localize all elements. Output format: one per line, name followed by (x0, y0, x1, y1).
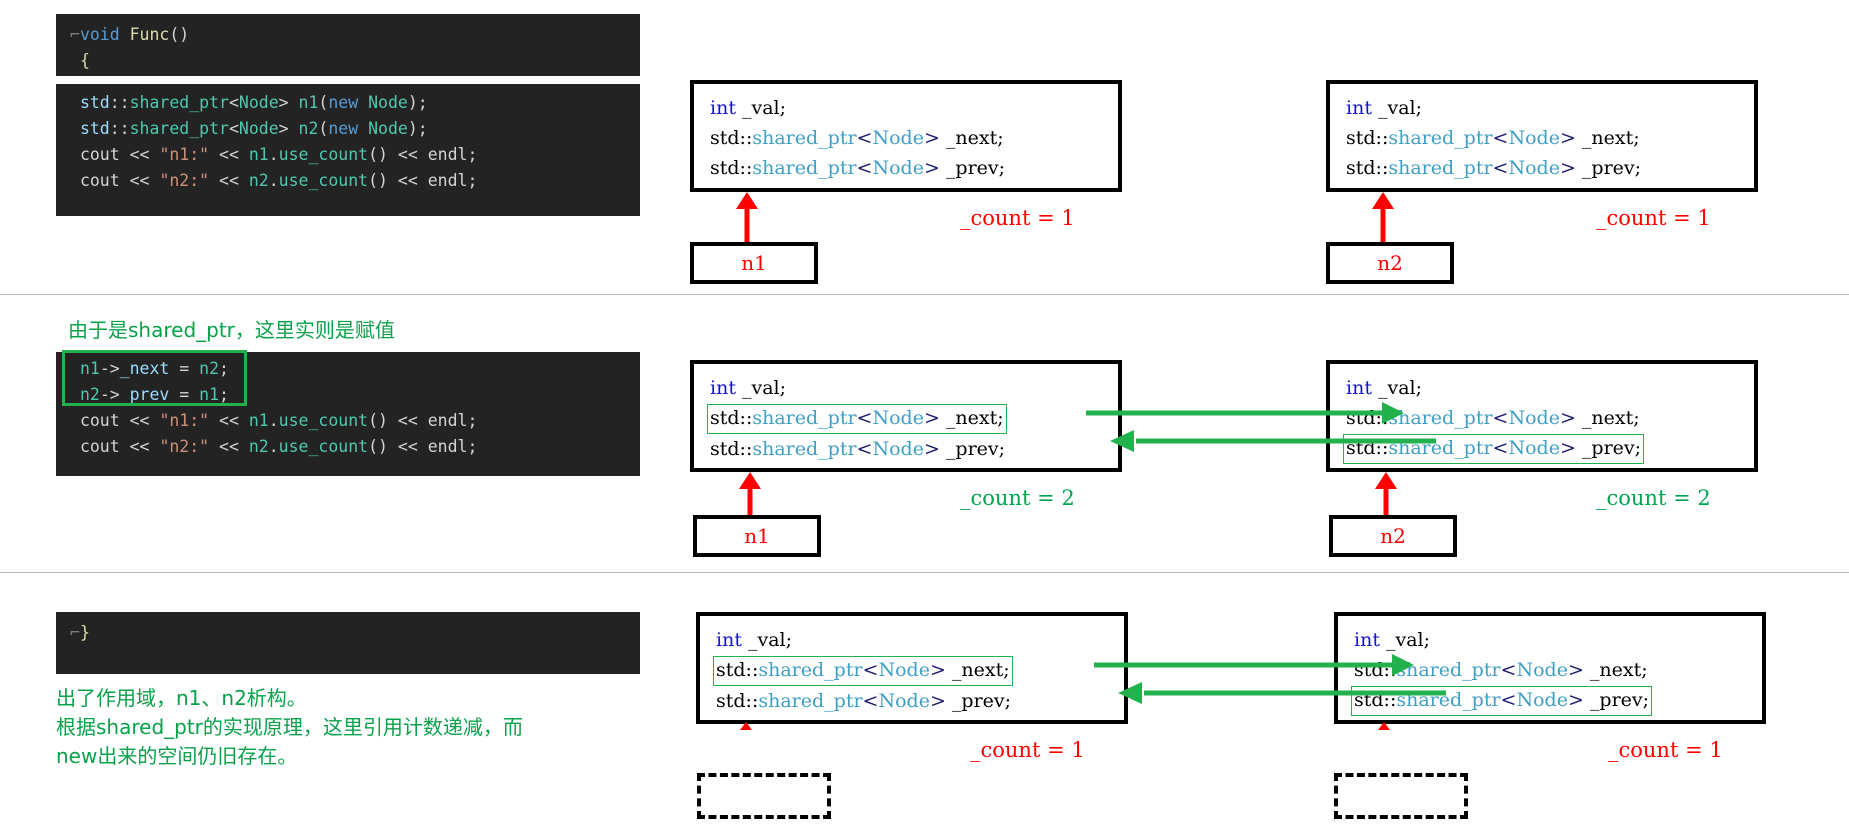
field-val: int _val; (1346, 97, 1423, 119)
pointer-box-row1-right: n2 (1326, 242, 1454, 284)
red-arrow-row1-left (736, 192, 758, 244)
count-label-row2-left: _count = 2 (960, 486, 1075, 510)
green-link-prev-row2 (1110, 430, 1436, 452)
node-struct-box-row2-left: int _val; std::shared_ptr<Node> _next; s… (690, 360, 1122, 472)
field-prev: std::shared_ptr<Node> _prev; (716, 690, 1012, 712)
count-label-row3-right: _count = 1 (1608, 738, 1723, 762)
node-struct-box-row3-left: int _val; std::shared_ptr<Node> _next; s… (696, 612, 1128, 724)
annotation-row3: 出了作用域，n1、n2析构。 根据shared_ptr的实现原理，这里引用计数递… (56, 686, 523, 768)
node-struct-box-row1-right: int _val; std::shared_ptr<Node> _next; s… (1326, 80, 1758, 192)
code-block-row1-body: std::shared_ptr<Node> n1(new Node); std:… (56, 84, 640, 216)
red-arrow-stub-row3-right (1378, 722, 1390, 730)
field-val: int _val; (716, 629, 793, 651)
code-block-row1-header: ⌐void Func() { (56, 14, 640, 76)
code-block-row3: ⌐} (56, 612, 640, 674)
annotation-row2: 由于是shared_ptr，这里实则是赋值 (68, 318, 395, 342)
pointer-box-row3-right (1334, 773, 1468, 819)
pointer-box-row2-right: n2 (1329, 515, 1457, 557)
pointer-box-row1-left: n1 (690, 242, 818, 284)
row-separator-1 (0, 294, 1849, 295)
field-val: int _val; (710, 97, 787, 119)
pointer-box-row2-left: n1 (693, 515, 821, 557)
pointer-box-row3-left (697, 773, 831, 819)
field-prev: std::shared_ptr<Node> _prev; (1346, 157, 1642, 179)
field-prev: std::shared_ptr<Node> _prev; (710, 157, 1006, 179)
count-label-row1-left: _count = 1 (960, 206, 1075, 230)
code-fold-marker: ⌐ (70, 623, 80, 642)
field-val: int _val; (1346, 377, 1423, 399)
diagram-canvas: ⌐void Func() { std::shared_ptr<Node> n1(… (0, 0, 1849, 825)
row-separator-2 (0, 572, 1849, 573)
field-next: std::shared_ptr<Node> _next; (713, 656, 1013, 686)
field-next: std::shared_ptr<Node> _next; (707, 404, 1007, 434)
red-arrow-row1-right (1372, 192, 1394, 244)
red-arrow-stub-row3-left (740, 722, 752, 730)
green-link-prev-row3 (1118, 682, 1446, 704)
count-label-row2-right: _count = 2 (1596, 486, 1711, 510)
count-label-row3-left: _count = 1 (970, 738, 1085, 762)
field-next: std::shared_ptr<Node> _next; (1346, 127, 1640, 149)
count-label-row1-right: _count = 1 (1596, 206, 1711, 230)
code-fold-marker: ⌐ (70, 25, 80, 44)
code-block-row2: n1->_next = n2; n2->_prev = n1; cout << … (56, 352, 640, 476)
field-prev: std::shared_ptr<Node> _prev; (710, 438, 1006, 460)
field-next: std::shared_ptr<Node> _next; (710, 127, 1004, 149)
field-val: int _val; (710, 377, 787, 399)
node-struct-box-row1-left: int _val; std::shared_ptr<Node> _next; s… (690, 80, 1122, 192)
green-link-next-row3 (1094, 654, 1414, 676)
green-link-next-row2 (1086, 402, 1404, 424)
